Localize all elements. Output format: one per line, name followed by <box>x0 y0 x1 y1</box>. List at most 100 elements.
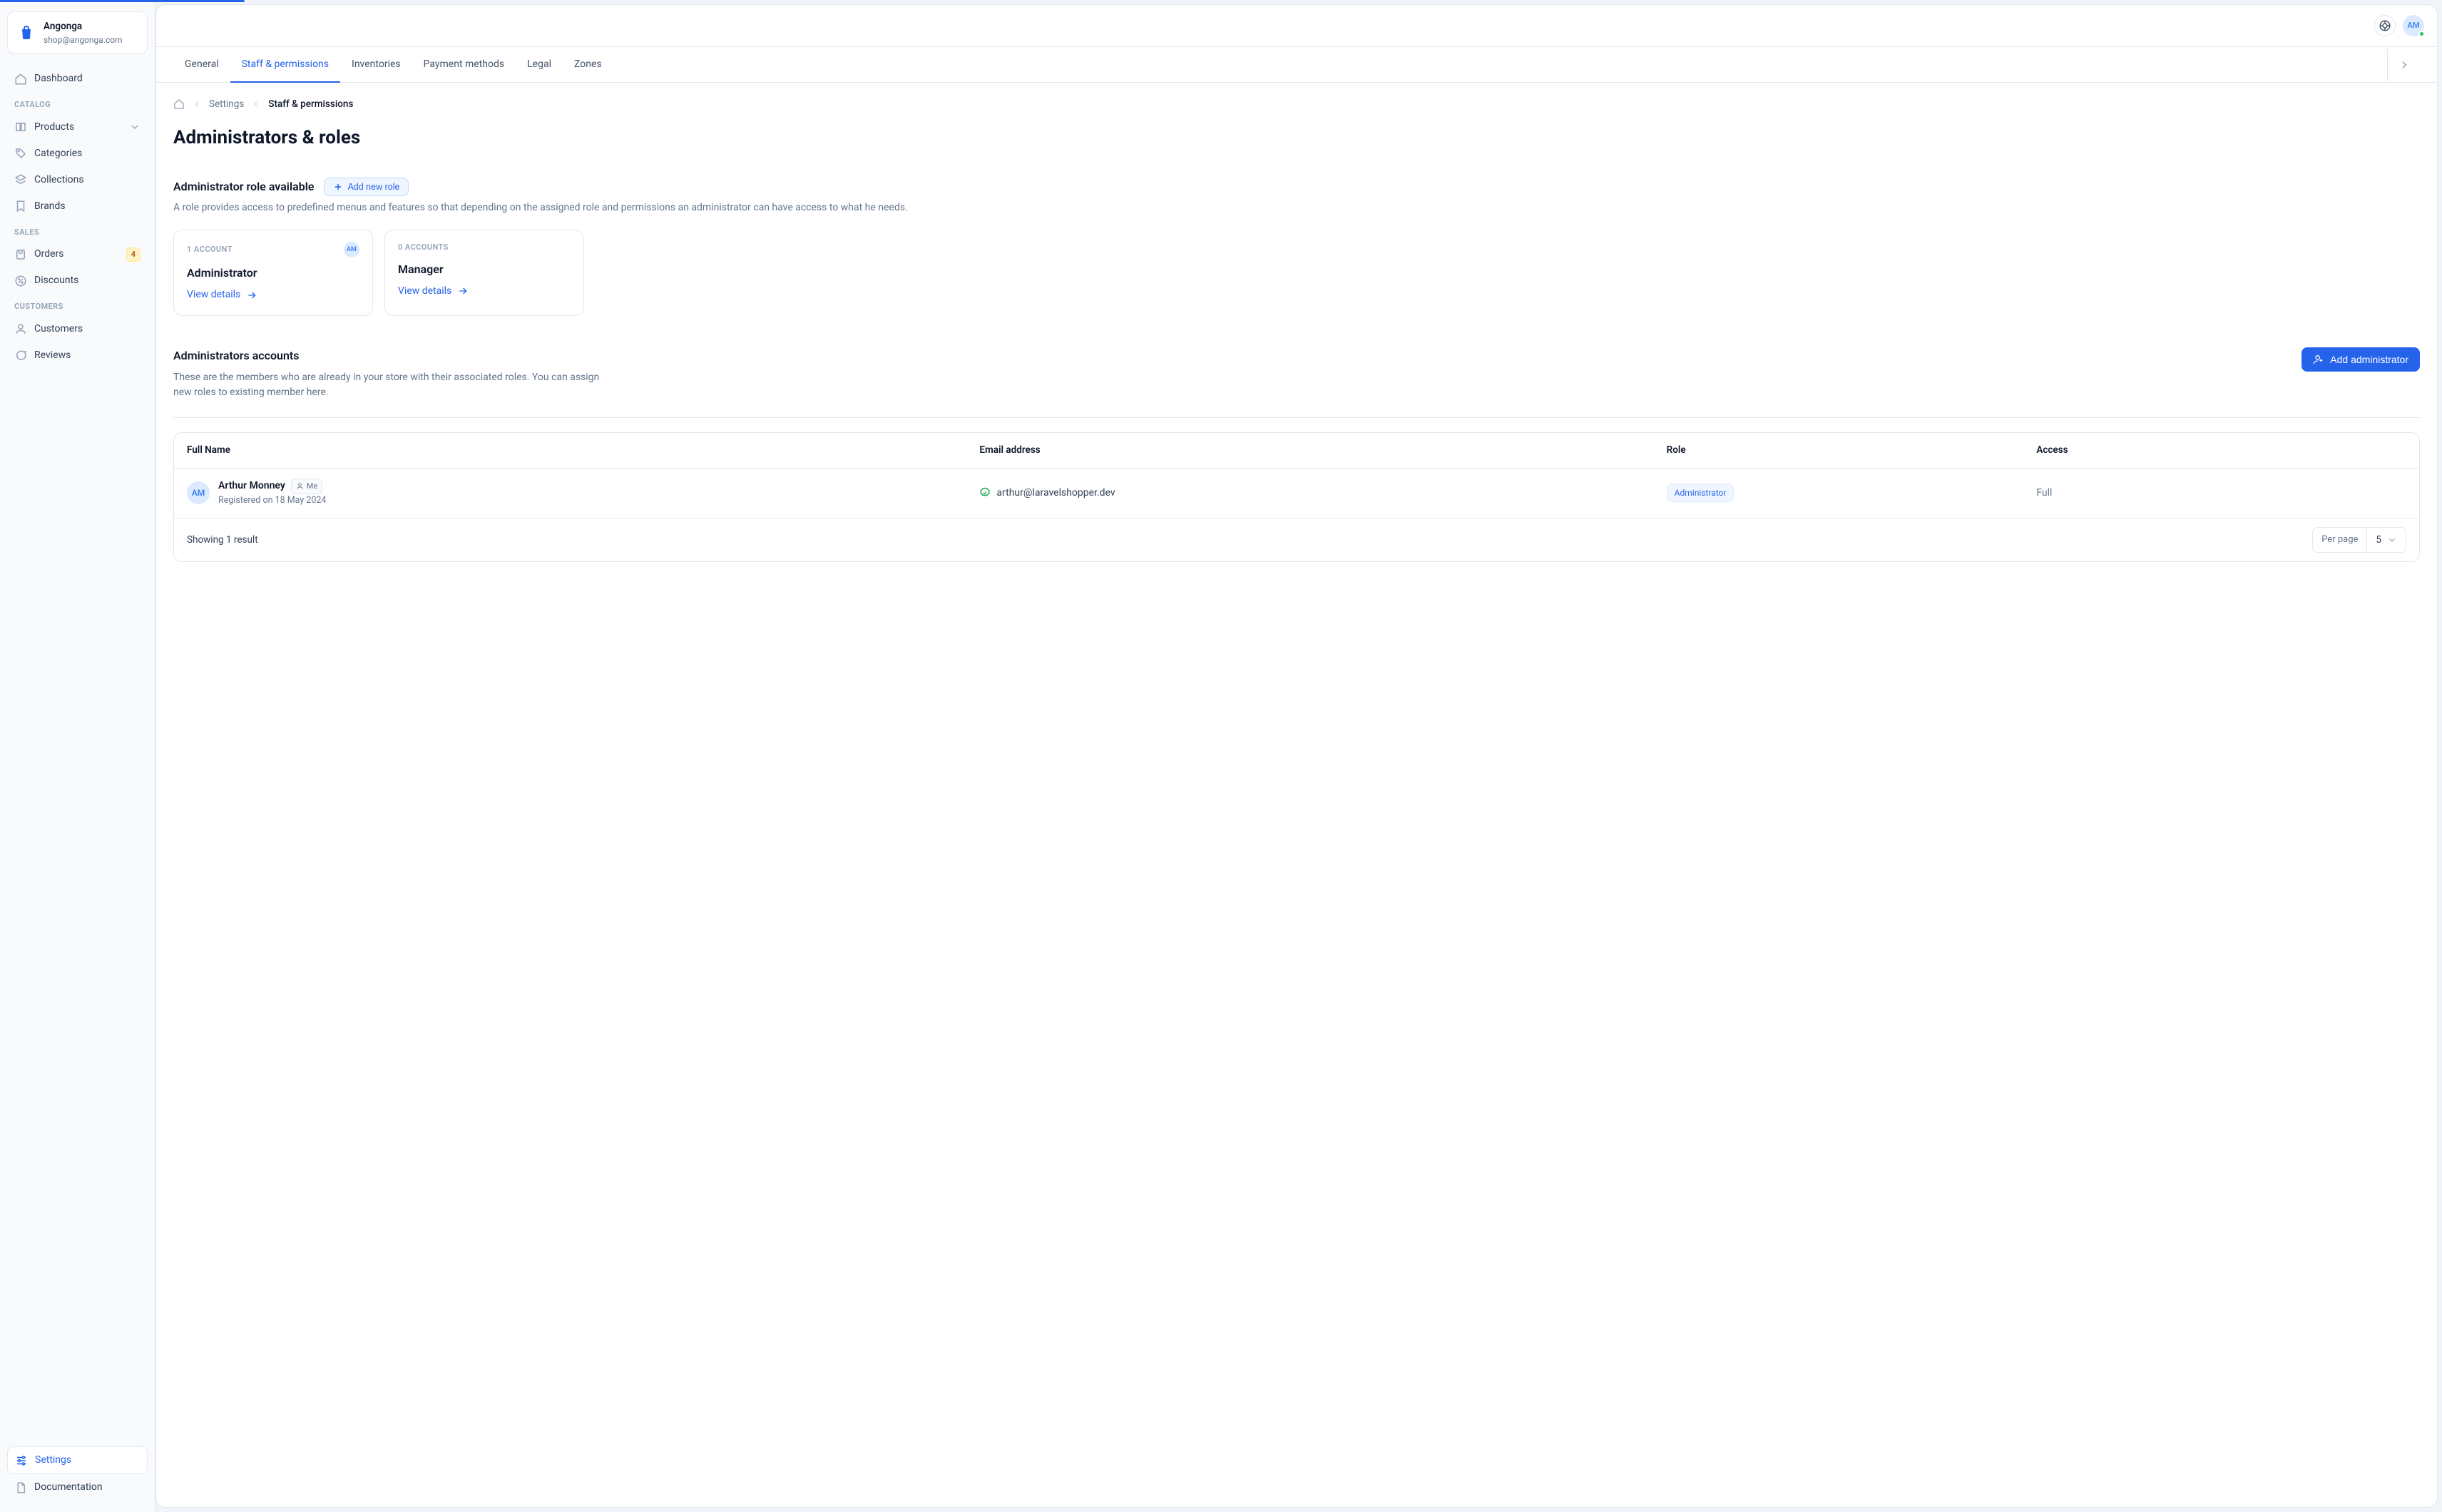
tab-zones[interactable]: Zones <box>563 47 613 82</box>
user-avatar[interactable]: AM <box>2403 15 2424 36</box>
row-access: Full <box>2036 486 2406 501</box>
plus-icon <box>333 182 343 192</box>
store-name: Angonga <box>44 19 123 34</box>
cart-icon <box>14 248 27 261</box>
administrators-table: Full Name Email address Role Access AM A… <box>173 432 2420 562</box>
breadcrumb-settings[interactable]: Settings <box>209 97 244 111</box>
arrow-right-icon <box>457 285 469 297</box>
main-panel: AM General Staff & permissions Inventori… <box>155 4 2438 1508</box>
role-name: Manager <box>398 261 571 278</box>
tab-legal[interactable]: Legal <box>516 47 563 82</box>
sidebar-item-categories[interactable]: Categories <box>7 141 148 167</box>
tab-inventories[interactable]: Inventories <box>340 47 412 82</box>
role-name: Administrator <box>187 265 359 282</box>
role-view-details-link[interactable]: View details <box>187 287 257 302</box>
breadcrumb-sep <box>251 99 261 109</box>
document-icon <box>14 1481 27 1494</box>
sidebar-item-dashboard[interactable]: Dashboard <box>7 66 148 92</box>
bookmark-icon <box>14 200 27 213</box>
user-icon <box>296 482 304 490</box>
link-label: View details <box>187 287 240 302</box>
store-switcher[interactable]: Angonga shop@angonga.com <box>7 11 148 54</box>
settings-tabs: General Staff & permissions Inventories … <box>156 46 2437 83</box>
table-footer: Showing 1 result Per page 5 <box>174 519 2419 561</box>
table-row[interactable]: AM Arthur Monney Me Registered on 18 May… <box>174 469 2419 519</box>
sidebar-label: Customers <box>34 322 83 337</box>
sidebar-item-documentation[interactable]: Documentation <box>7 1474 148 1501</box>
topbar: AM <box>156 5 2437 46</box>
chevron-down-icon <box>2387 535 2397 545</box>
sidebar-label: Settings <box>35 1453 71 1468</box>
tab-payment-methods[interactable]: Payment methods <box>412 47 516 82</box>
col-email: Email address <box>979 443 1666 457</box>
col-role: Role <box>1667 443 2037 457</box>
chat-icon <box>14 349 27 362</box>
col-access: Access <box>2036 443 2406 457</box>
sidebar-item-settings[interactable]: Settings <box>7 1446 148 1474</box>
tag-icon <box>14 147 27 160</box>
sidebar-item-reviews[interactable]: Reviews <box>7 342 148 369</box>
chevron-right-icon <box>2398 58 2411 71</box>
home-icon <box>173 98 185 110</box>
sliders-icon <box>15 1454 28 1467</box>
row-avatar: AM <box>187 481 210 504</box>
avatar-initials: AM <box>2408 20 2420 32</box>
breadcrumb: Settings Staff & permissions <box>173 97 2420 111</box>
sidebar-item-products[interactable]: Products <box>7 114 148 141</box>
add-new-role-button[interactable]: Add new role <box>324 178 409 196</box>
col-full-name: Full Name <box>187 443 979 457</box>
row-email: arthur@laravelshopper.dev <box>996 486 1115 501</box>
sidebar-label: Documentation <box>34 1480 103 1495</box>
row-role-badge: Administrator <box>1667 484 1735 502</box>
roles-section-description: A role provides access to predefined men… <box>173 200 2420 215</box>
store-email: shop@angonga.com <box>44 34 123 46</box>
breadcrumb-current: Staff & permissions <box>268 97 353 111</box>
sidebar-label: Reviews <box>34 348 71 363</box>
role-avatar: AM <box>344 242 359 257</box>
row-registered: Registered on 18 May 2024 <box>218 494 326 508</box>
add-administrator-button[interactable]: Add administrator <box>2301 347 2420 372</box>
sidebar-label: Dashboard <box>34 71 83 86</box>
per-page-value: 5 <box>2376 533 2381 547</box>
orders-badge: 4 <box>126 247 141 262</box>
sidebar-item-customers[interactable]: Customers <box>7 316 148 342</box>
user-icon <box>14 322 27 335</box>
chevron-down-icon <box>129 121 141 133</box>
sidebar-item-collections[interactable]: Collections <box>7 167 148 193</box>
per-page-select[interactable]: Per page 5 <box>2312 527 2406 553</box>
browser-icon-button[interactable] <box>2374 15 2396 36</box>
sidebar-heading-customers: Customers <box>7 294 148 316</box>
sidebar-item-discounts[interactable]: Discounts <box>7 267 148 294</box>
tab-general[interactable]: General <box>173 47 230 82</box>
tab-staff-permissions[interactable]: Staff & permissions <box>230 47 340 82</box>
sidebar-item-orders[interactable]: Orders 4 <box>7 241 148 267</box>
sidebar-label: Collections <box>34 173 84 188</box>
role-account-count: 0 accounts <box>398 242 449 254</box>
sidebar-label: Orders <box>34 247 64 262</box>
globe-icon <box>2379 19 2391 32</box>
button-label: Add new role <box>347 182 399 192</box>
role-view-details-link[interactable]: View details <box>398 284 469 299</box>
presence-indicator <box>2418 31 2425 37</box>
home-icon <box>14 73 27 86</box>
row-full-name: Arthur Monney <box>218 479 285 494</box>
breadcrumb-home[interactable] <box>173 98 185 110</box>
sidebar-heading-sales: Sales <box>7 220 148 242</box>
me-label: Me <box>307 481 317 493</box>
book-icon <box>14 121 27 133</box>
per-page-label: Per page <box>2313 528 2367 552</box>
percent-icon <box>14 275 27 287</box>
button-label: Add administrator <box>2330 354 2408 365</box>
accounts-section-title: Administrators accounts <box>173 347 615 364</box>
roles-section-title: Administrator role available <box>173 178 314 195</box>
role-card-manager: 0 accounts Manager View details <box>384 230 584 316</box>
arrow-right-icon <box>246 290 257 301</box>
results-summary: Showing 1 result <box>187 533 258 547</box>
link-label: View details <box>398 284 451 299</box>
sidebar-label: Discounts <box>34 273 78 288</box>
me-badge: Me <box>291 479 322 495</box>
sidebar-item-brands[interactable]: Brands <box>7 193 148 220</box>
accounts-section-description: These are the members who are already in… <box>173 370 615 400</box>
sidebar-label: Brands <box>34 199 66 214</box>
tabs-scroll-right[interactable] <box>2387 48 2420 81</box>
